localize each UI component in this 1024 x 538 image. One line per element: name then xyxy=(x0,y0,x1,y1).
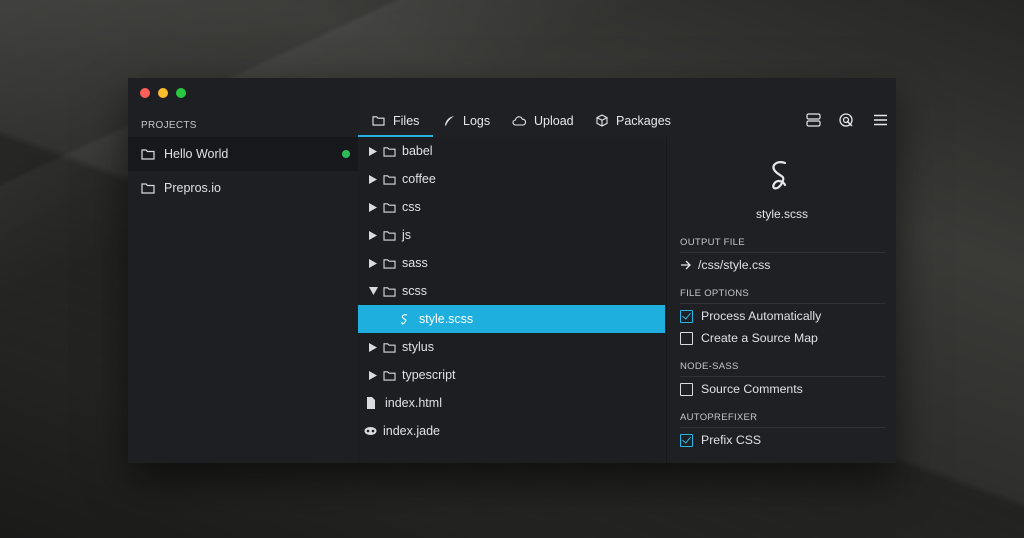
tree-item-label: stylus xyxy=(402,340,434,354)
package-icon xyxy=(596,114,608,127)
zoom-button[interactable] xyxy=(176,88,186,98)
tree-item-index-jade[interactable]: index.jade xyxy=(358,417,665,445)
expand-arrow-icon[interactable] xyxy=(368,258,378,268)
source-comments-option[interactable]: Source Comments xyxy=(680,382,803,396)
node-sass-heading: NODE-SASS xyxy=(680,361,885,377)
folder-icon xyxy=(383,342,397,353)
tree-item-label: typescript xyxy=(402,368,456,382)
file-tree: babel coffee css js sass scss style.scss… xyxy=(358,137,665,463)
tab-upload[interactable]: Upload xyxy=(512,104,574,137)
sidebar-item-prepros[interactable]: Prepros.io xyxy=(128,171,358,205)
process-automatically-option[interactable]: Process Automatically xyxy=(680,309,821,323)
feather-icon xyxy=(443,115,455,127)
source-comments-checkbox[interactable] xyxy=(680,382,693,396)
projects-sidebar: PROJECTS Hello World Prepros.io xyxy=(128,78,358,463)
sidebar-item-hello-world[interactable]: Hello World xyxy=(128,137,358,171)
html-file-icon xyxy=(366,397,380,409)
tree-item-index-html[interactable]: index.html xyxy=(358,389,665,417)
tab-label: Packages xyxy=(616,113,671,128)
tree-item-coffee[interactable]: coffee xyxy=(358,165,665,193)
tree-item-label: index.jade xyxy=(383,424,440,438)
target-icon xyxy=(839,113,853,127)
tree-item-label: css xyxy=(402,200,421,214)
preview-button[interactable] xyxy=(836,110,856,130)
close-button[interactable] xyxy=(140,88,150,98)
tree-item-babel[interactable]: babel xyxy=(358,137,665,165)
source-map-checkbox[interactable] xyxy=(680,331,693,345)
sass-file-icon xyxy=(400,313,414,325)
tab-label: Upload xyxy=(534,113,574,128)
tree-item-stylus[interactable]: stylus xyxy=(358,333,665,361)
file-title: style.scss xyxy=(755,207,808,221)
option-label: Create a Source Map xyxy=(701,331,818,345)
autoprefixer-heading: AUTOPREFIXER xyxy=(680,412,885,428)
folder-icon xyxy=(383,230,397,241)
tab-packages[interactable]: Packages xyxy=(596,104,671,137)
project-label: Hello World xyxy=(164,147,229,161)
source-map-option[interactable]: Create a Source Map xyxy=(680,331,818,345)
prefix-css-option[interactable]: Prefix CSS xyxy=(680,433,761,447)
expand-arrow-icon[interactable] xyxy=(368,342,378,352)
expand-arrow-icon[interactable] xyxy=(368,146,378,156)
status-indicator xyxy=(342,150,350,158)
jade-file-icon xyxy=(364,426,378,436)
folder-open-icon xyxy=(383,286,397,297)
prefix-css-checkbox[interactable] xyxy=(680,433,693,447)
option-label: Prefix CSS xyxy=(701,433,762,447)
tree-item-label: coffee xyxy=(402,172,436,186)
tree-item-sass[interactable]: sass xyxy=(358,249,665,277)
file-detail-panel: style.scss OUTPUT FILE /css/style.css FI… xyxy=(666,137,896,463)
expand-arrow-icon[interactable] xyxy=(368,370,378,380)
process-automatically-checkbox[interactable] xyxy=(680,309,693,323)
file-options-heading: FILE OPTIONS xyxy=(680,288,885,304)
tree-item-label: style.scss xyxy=(419,312,474,326)
app-window: PROJECTS Hello World Prepros.io Files Lo… xyxy=(128,78,896,463)
tree-item-typescript[interactable]: typescript xyxy=(358,361,665,389)
projects-heading: PROJECTS xyxy=(141,120,197,131)
tree-item-style-scss[interactable]: style.scss xyxy=(358,305,665,333)
collapse-arrow-icon[interactable] xyxy=(368,287,378,295)
output-file-heading: OUTPUT FILE xyxy=(680,237,885,253)
folder-icon xyxy=(383,258,397,269)
cloud-icon xyxy=(512,115,526,126)
tree-item-label: index.html xyxy=(385,396,442,410)
server-icon xyxy=(805,113,821,127)
tab-label: Logs xyxy=(463,113,491,128)
folder-icon xyxy=(372,115,385,126)
tree-item-css[interactable]: css xyxy=(358,193,665,221)
tree-item-label: js xyxy=(402,228,412,242)
folder-icon xyxy=(141,182,157,194)
output-path-label: /css/style.css xyxy=(698,258,771,272)
tree-item-js[interactable]: js xyxy=(358,221,665,249)
folder-icon xyxy=(383,174,397,185)
server-button[interactable] xyxy=(803,110,823,130)
arrow-right-icon xyxy=(680,260,692,270)
menu-button[interactable] xyxy=(870,110,890,130)
tree-item-label: babel xyxy=(402,144,433,158)
output-path[interactable]: /css/style.css xyxy=(680,258,770,272)
menu-icon xyxy=(873,114,887,126)
expand-arrow-icon[interactable] xyxy=(368,202,378,212)
folder-icon xyxy=(141,148,157,160)
tree-item-label: scss xyxy=(402,284,427,298)
expand-arrow-icon[interactable] xyxy=(368,230,378,240)
minimize-button[interactable] xyxy=(158,88,168,98)
tab-bar: Files Logs Upload Packages xyxy=(357,104,896,137)
option-label: Process Automatically xyxy=(701,309,822,323)
folder-icon xyxy=(383,370,397,381)
tree-item-scss[interactable]: scss xyxy=(358,277,665,305)
window-controls xyxy=(140,88,186,98)
tab-label: Files xyxy=(393,113,420,128)
project-label: Prepros.io xyxy=(164,181,221,195)
tab-logs[interactable]: Logs xyxy=(443,104,490,137)
tab-files[interactable]: Files xyxy=(357,104,434,137)
option-label: Source Comments xyxy=(701,382,803,396)
tree-item-label: sass xyxy=(402,256,428,270)
sass-file-icon xyxy=(766,159,796,200)
folder-icon xyxy=(383,146,397,157)
expand-arrow-icon[interactable] xyxy=(368,174,378,184)
folder-icon xyxy=(383,202,397,213)
